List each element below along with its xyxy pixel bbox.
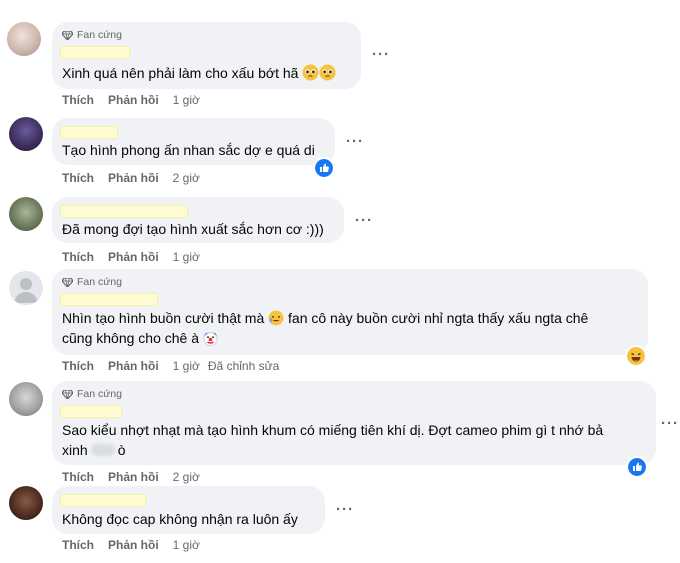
author-name[interactable] [60, 494, 146, 507]
default-avatar-icon [14, 278, 38, 303]
like-button[interactable]: Thích [62, 470, 94, 484]
comment-text-content: ò [117, 442, 126, 458]
author-name[interactable] [60, 46, 130, 59]
more-options-button[interactable]: ··· [355, 212, 373, 229]
comment-bubble: Fan cứng Sao kiểu nhợt nhạt mà tạo hình … [52, 381, 656, 465]
edited-label: Đã chỉnh sửa [207, 359, 280, 373]
comment-text: Đã mong đợi tạo hình xuất sắc hơn cơ :))… [62, 219, 324, 239]
diamond-icon [62, 30, 73, 40]
comment-bubble: Không đọc cap không nhận ra luôn ấy [52, 486, 325, 534]
blurred-word [90, 444, 115, 456]
avatar[interactable] [7, 22, 41, 56]
more-options-button[interactable]: ··· [346, 133, 364, 150]
comment-text-line-2: xinh ò [62, 440, 125, 460]
like-button[interactable]: Thích [62, 538, 94, 552]
author-name[interactable] [60, 205, 188, 218]
badge-label: Fan cứng [77, 29, 122, 41]
comment-actions: Thích Phản hồi 2 giờ [62, 470, 200, 484]
comment-text: Xinh quá nên phải làm cho xấu bớt hã [62, 63, 336, 83]
like-reaction-icon[interactable] [628, 458, 646, 476]
timestamp[interactable]: 1 giờ [173, 538, 200, 552]
like-button[interactable]: Thích [62, 250, 94, 264]
timestamp[interactable]: 1 giờ [173, 250, 200, 264]
clown-face-emoji-icon [203, 332, 218, 346]
badge-label: Fan cứng [77, 276, 122, 288]
more-options-button[interactable]: ··· [661, 415, 679, 432]
avatar[interactable] [9, 486, 43, 520]
like-reaction-icon[interactable] [315, 159, 333, 177]
comment-bubble: Đã mong đợi tạo hình xuất sắc hơn cơ :))… [52, 197, 344, 243]
comment-text-content: Nhìn tạo hình buồn cười thật mà [62, 310, 265, 326]
comment-actions: Thích Phản hồi 2 giờ [62, 171, 200, 185]
comment-text-content: Xinh quá nên phải làm cho xấu bớt hã [62, 65, 299, 81]
timestamp[interactable]: 2 giờ [173, 171, 200, 185]
author-name[interactable] [60, 293, 158, 306]
reply-button[interactable]: Phản hồi [108, 359, 159, 373]
comment-text-content: fan cô này buồn cười nhỉ ngta thấy xấu n… [288, 310, 589, 326]
comment-text-content: xinh [62, 442, 88, 458]
pleading-face-emoji-icon [302, 64, 319, 81]
reply-button[interactable]: Phản hồi [108, 250, 159, 264]
fan-badge: Fan cứng [62, 388, 122, 400]
fan-badge: Fan cứng [62, 276, 122, 288]
comment-text-content: Sao kiểu nhợt nhạt mà tạo hình khum có m… [62, 422, 604, 438]
comment-text-line-1: Sao kiểu nhợt nhạt mà tạo hình khum có m… [62, 420, 603, 440]
like-button[interactable]: Thích [62, 359, 94, 373]
comment-bubble: Fan cứng Xinh quá nên phải làm cho xấu b… [52, 22, 361, 89]
diamond-icon [62, 277, 73, 287]
author-name[interactable] [60, 126, 118, 139]
timestamp[interactable]: 2 giờ [173, 470, 200, 484]
reply-button[interactable]: Phản hồi [108, 538, 159, 552]
comment-text-content: Đã mong đợi tạo hình xuất sắc hơn cơ :))… [62, 221, 324, 237]
comment-text: Không đọc cap không nhận ra luôn ấy [62, 509, 298, 529]
avatar[interactable] [9, 197, 43, 231]
timestamp[interactable]: 1 giờ [173, 359, 200, 373]
more-options-button[interactable]: ··· [336, 501, 354, 518]
comment-bubble: Fan cứng Nhìn tạo hình buồn cười thật mà… [52, 269, 648, 355]
comment-actions: Thích Phản hồi 1 giờ [62, 538, 200, 552]
like-button[interactable]: Thích [62, 93, 94, 107]
haha-reaction-icon[interactable] [627, 347, 645, 365]
comment-actions: Thích Phản hồi 1 giờ [62, 93, 200, 107]
avatar[interactable] [9, 382, 43, 416]
comment-text: Tạo hình phong ấn nhan sắc dợ e quá di [62, 140, 315, 160]
avatar[interactable] [9, 117, 43, 151]
comment-text-content: Tạo hình phong ấn nhan sắc dợ e quá di [62, 142, 315, 158]
timestamp[interactable]: 1 giờ [173, 93, 200, 107]
more-options-button[interactable]: ··· [372, 46, 390, 63]
comment-text-line-2: cũng không cho chê à [62, 328, 218, 348]
comment-actions: Thích Phản hồi 1 giờ [62, 250, 200, 264]
comment-text-line-1: Nhìn tạo hình buồn cười thật mà fan cô n… [62, 308, 588, 328]
comment-text-content: Không đọc cap không nhận ra luôn ấy [62, 511, 298, 527]
like-button[interactable]: Thích [62, 171, 94, 185]
reply-button[interactable]: Phản hồi [108, 93, 159, 107]
avatar[interactable] [9, 271, 43, 305]
fan-badge: Fan cứng [62, 29, 122, 41]
comment-text-content: cũng không cho chê à [62, 330, 199, 346]
crying-laughing-face-emoji-icon [268, 310, 284, 326]
comment-bubble: Tạo hình phong ấn nhan sắc dợ e quá di [52, 118, 335, 165]
comment-actions: Thích Phản hồi 1 giờ Đã chỉnh sửa [62, 359, 279, 373]
reply-button[interactable]: Phản hồi [108, 171, 159, 185]
diamond-icon [62, 389, 73, 399]
author-name[interactable] [60, 405, 122, 418]
pleading-face-emoji-icon [319, 64, 336, 81]
reply-button[interactable]: Phản hồi [108, 470, 159, 484]
badge-label: Fan cứng [77, 388, 122, 400]
